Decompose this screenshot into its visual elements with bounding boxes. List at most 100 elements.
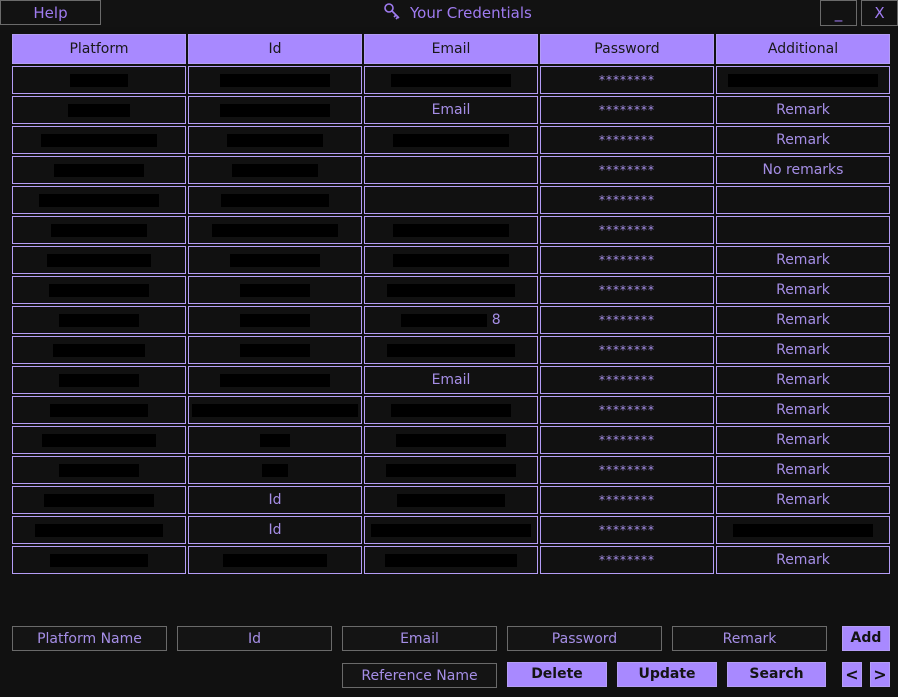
cell-platform[interactable] — [12, 366, 186, 394]
cell-password[interactable]: ******** — [540, 66, 714, 94]
cell-platform[interactable] — [12, 186, 186, 214]
table-row[interactable]: ******** — [12, 186, 890, 214]
cell-id[interactable] — [188, 186, 362, 214]
add-button[interactable]: Add — [842, 626, 890, 651]
cell-platform[interactable] — [12, 66, 186, 94]
cell-id[interactable]: Id — [188, 516, 362, 544]
cell-password[interactable]: ******** — [540, 306, 714, 334]
header-additional[interactable]: Additional — [716, 34, 890, 64]
table-row[interactable]: ******** Remark — [12, 126, 890, 154]
table-row[interactable]: Id ******** Remark — [12, 486, 890, 514]
cell-password[interactable]: ******** — [540, 216, 714, 244]
table-row[interactable]: ******** Remark — [12, 426, 890, 454]
cell-additional[interactable]: Remark — [716, 486, 890, 514]
cell-password[interactable]: ******** — [540, 456, 714, 484]
cell-email[interactable] — [364, 126, 538, 154]
cell-password[interactable]: ******** — [540, 186, 714, 214]
cell-id[interactable] — [188, 156, 362, 184]
help-button[interactable]: Help — [0, 0, 101, 25]
cell-platform[interactable] — [12, 456, 186, 484]
cell-platform[interactable] — [12, 156, 186, 184]
table-row[interactable]: ******** Remark — [12, 246, 890, 274]
header-password[interactable]: Password — [540, 34, 714, 64]
cell-id[interactable] — [188, 66, 362, 94]
cell-platform[interactable] — [12, 306, 186, 334]
cell-additional[interactable] — [716, 516, 890, 544]
header-platform[interactable]: Platform — [12, 34, 186, 64]
table-row[interactable]: Email ******** Remark — [12, 96, 890, 124]
cell-platform[interactable] — [12, 276, 186, 304]
table-row[interactable]: ******** Remark — [12, 336, 890, 364]
cell-additional[interactable]: Remark — [716, 396, 890, 424]
cell-email[interactable] — [364, 276, 538, 304]
cell-additional[interactable]: Remark — [716, 276, 890, 304]
cell-platform[interactable] — [12, 336, 186, 364]
cell-id[interactable] — [188, 396, 362, 424]
cell-id[interactable] — [188, 306, 362, 334]
cell-additional[interactable] — [716, 186, 890, 214]
cell-additional[interactable]: Remark — [716, 336, 890, 364]
cell-email[interactable] — [364, 486, 538, 514]
cell-additional[interactable]: Remark — [716, 546, 890, 574]
remark-input[interactable] — [672, 626, 827, 651]
minimize-button[interactable]: _ — [820, 0, 857, 26]
cell-password[interactable]: ******** — [540, 426, 714, 454]
cell-password[interactable]: ******** — [540, 336, 714, 364]
cell-email[interactable] — [364, 246, 538, 274]
cell-email[interactable] — [364, 426, 538, 454]
table-row[interactable]: Id ******** — [12, 516, 890, 544]
close-button[interactable]: X — [861, 0, 898, 26]
cell-additional[interactable]: Remark — [716, 366, 890, 394]
table-row[interactable]: Email ******** Remark — [12, 366, 890, 394]
cell-email[interactable] — [364, 216, 538, 244]
table-row[interactable]: 8 ******** Remark — [12, 306, 890, 334]
cell-email[interactable]: 8 — [364, 306, 538, 334]
cell-additional[interactable]: Remark — [716, 126, 890, 154]
cell-password[interactable]: ******** — [540, 366, 714, 394]
cell-email[interactable] — [364, 516, 538, 544]
cell-platform[interactable] — [12, 426, 186, 454]
table-row[interactable]: ******** Remark — [12, 396, 890, 424]
cell-additional[interactable]: Remark — [716, 456, 890, 484]
cell-id[interactable] — [188, 366, 362, 394]
platform-name-input[interactable] — [12, 626, 167, 651]
cell-id[interactable]: Id — [188, 486, 362, 514]
cell-password[interactable]: ******** — [540, 486, 714, 514]
cell-id[interactable] — [188, 126, 362, 154]
cell-platform[interactable] — [12, 516, 186, 544]
cell-id[interactable] — [188, 276, 362, 304]
cell-id[interactable] — [188, 216, 362, 244]
password-input[interactable] — [507, 626, 662, 651]
cell-email[interactable] — [364, 66, 538, 94]
cell-platform[interactable] — [12, 396, 186, 424]
table-row[interactable]: ******** Remark — [12, 456, 890, 484]
id-input[interactable] — [177, 626, 332, 651]
cell-id[interactable] — [188, 96, 362, 124]
table-row[interactable]: ******** Remark — [12, 546, 890, 574]
cell-email[interactable] — [364, 186, 538, 214]
reference-name-input[interactable] — [342, 663, 497, 688]
table-row[interactable]: ******** — [12, 66, 890, 94]
cell-password[interactable]: ******** — [540, 156, 714, 184]
cell-id[interactable] — [188, 426, 362, 454]
cell-additional[interactable]: Remark — [716, 96, 890, 124]
cell-email[interactable]: Email — [364, 96, 538, 124]
update-button[interactable]: Update — [617, 662, 717, 687]
cell-platform[interactable] — [12, 546, 186, 574]
cell-platform[interactable] — [12, 486, 186, 514]
cell-email[interactable] — [364, 156, 538, 184]
cell-platform[interactable] — [12, 246, 186, 274]
cell-email[interactable] — [364, 336, 538, 364]
cell-password[interactable]: ******** — [540, 546, 714, 574]
cell-email[interactable]: Email — [364, 366, 538, 394]
cell-platform[interactable] — [12, 96, 186, 124]
cell-email[interactable] — [364, 396, 538, 424]
table-row[interactable]: ******** No remarks — [12, 156, 890, 184]
cell-password[interactable]: ******** — [540, 96, 714, 124]
next-page-button[interactable]: > — [870, 662, 890, 687]
cell-id[interactable] — [188, 456, 362, 484]
cell-additional[interactable] — [716, 66, 890, 94]
cell-id[interactable] — [188, 246, 362, 274]
cell-additional[interactable]: Remark — [716, 426, 890, 454]
search-button[interactable]: Search — [727, 662, 826, 687]
